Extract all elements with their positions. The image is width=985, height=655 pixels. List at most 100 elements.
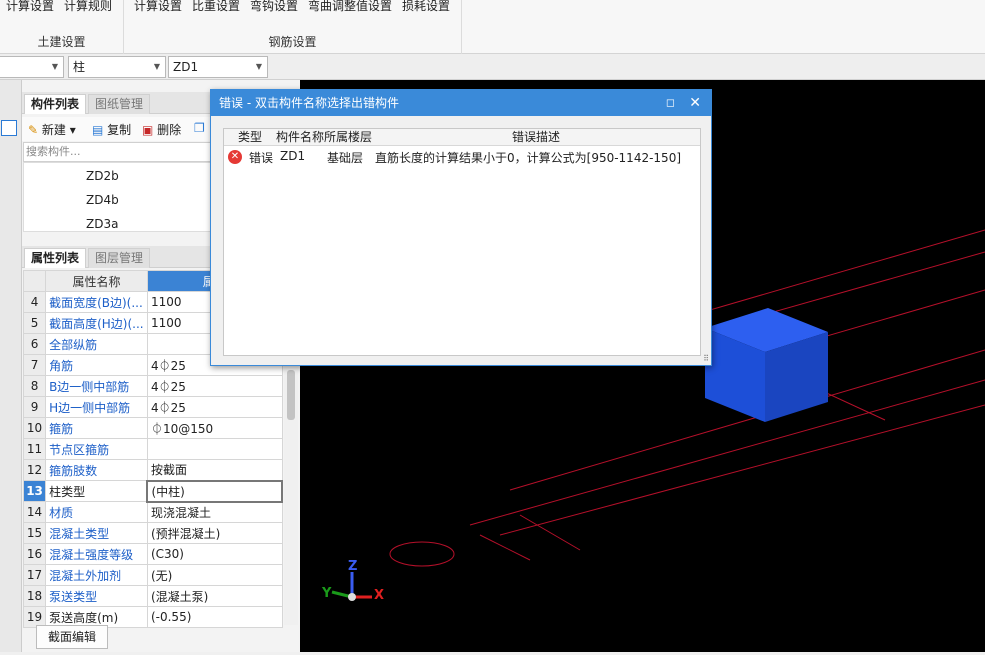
dialog-titlebar[interactable]: 错误 - 双击构件名称选择出错构件 ◻ ✕ (211, 90, 711, 116)
error-floor: 基础层 (327, 151, 364, 165)
property-name: 全部纵筋 (45, 333, 148, 355)
civil-calc-settings-button[interactable]: 计算设置 (6, 0, 54, 14)
loss-settings-button[interactable]: 损耗设置 (402, 0, 450, 14)
row-number: 18 (22, 585, 47, 607)
table-row[interactable]: 16 混凝土强度等级 (C30) (22, 543, 283, 565)
left-toolstrip (0, 80, 22, 652)
layer-copy-icon[interactable]: ❐ (194, 121, 205, 135)
dialog-title: 错误 - 双击构件名称选择出错构件 (219, 96, 399, 110)
col-type-header[interactable]: 类型 (238, 129, 262, 145)
floor-select[interactable]: ▼ (0, 56, 64, 78)
property-value[interactable]: 4⏀25 (146, 375, 283, 397)
property-value[interactable]: ⏀10@150 (146, 417, 283, 439)
row-number: 12 (22, 459, 47, 481)
row-number: 11 (22, 438, 47, 460)
tab-property-list[interactable]: 属性列表 (24, 248, 87, 268)
property-name: 截面宽度(B边)(... (45, 291, 148, 313)
property-name: 箍筋肢数 (45, 459, 148, 481)
property-name: 混凝土强度等级 (45, 543, 148, 565)
component-type-select[interactable]: 柱 ▼ (68, 56, 166, 78)
chevron-down-icon: ▼ (255, 62, 262, 71)
rebar-group-label: 钢筋设置 (268, 35, 317, 49)
new-icon: ✎ (28, 123, 39, 137)
row-number: 9 (22, 396, 47, 418)
property-name: 角筋 (45, 354, 148, 376)
property-name: 材质 (45, 501, 148, 523)
property-name: 箍筋 (45, 417, 148, 439)
tab-drawing-management[interactable]: 图纸管理 (88, 94, 151, 114)
property-name: 柱类型 (45, 480, 148, 502)
property-value[interactable]: 按截面 (146, 459, 283, 481)
rebar-calc-settings-button[interactable]: 计算设置 (134, 0, 182, 14)
section-edit-button[interactable]: 截面编辑 (36, 625, 108, 649)
close-icon[interactable]: ✕ (689, 90, 701, 116)
list-view-icon[interactable] (1, 120, 17, 136)
error-list: 类型 构件名称 所属楼层 错误描述 ✕ 错误 ZD1 基础层 直筋长度的计算结果… (223, 128, 701, 356)
row-number: 16 (22, 543, 47, 565)
property-value[interactable]: (混凝土泵) (146, 585, 283, 607)
new-button[interactable]: ✎ 新建 ▾ (28, 121, 76, 138)
bend-adjust-settings-button[interactable]: 弯曲调整值设置 (308, 0, 392, 14)
z-axis-label: Z (348, 559, 357, 574)
property-value[interactable]: (C30) (146, 543, 283, 565)
table-row[interactable]: 9 H边一侧中部筋 4⏀25 (22, 396, 283, 418)
component-select[interactable]: ZD1 ▼ (168, 56, 268, 78)
civil-group-label: 土建设置 (37, 35, 86, 49)
copy-button[interactable]: ▤ 复制 (92, 121, 131, 138)
hook-settings-button[interactable]: 弯钩设置 (250, 0, 298, 14)
maximize-icon[interactable]: ◻ (666, 90, 675, 116)
property-name: 混凝土类型 (45, 522, 148, 544)
property-name-header: 属性名称 (45, 270, 148, 292)
delete-icon: ▣ (142, 123, 154, 137)
list-item[interactable]: ZD4b (86, 193, 119, 207)
chevron-down-icon: ▼ (153, 62, 160, 71)
chevron-down-icon: ▼ (51, 62, 58, 71)
table-row[interactable]: 17 混凝土外加剂 (无) (22, 564, 283, 586)
table-row[interactable]: 10 箍筋 ⏀10@150 (22, 417, 283, 439)
property-name: 节点区箍筋 (45, 438, 148, 460)
col-component-header[interactable]: 构件名称 (276, 129, 324, 145)
property-value[interactable]: 现浇混凝土 (146, 501, 283, 523)
component-value: ZD1 (173, 60, 199, 74)
y-axis-label: Y (321, 586, 332, 601)
delete-button[interactable]: ▣ 删除 (142, 121, 181, 138)
row-number: 14 (22, 501, 47, 523)
tab-layer-management[interactable]: 图层管理 (88, 248, 151, 268)
table-row[interactable]: 15 混凝土类型 (预拌混凝土) (22, 522, 283, 544)
axis-gizmo: Z Y X (321, 559, 384, 603)
col-floor-header[interactable]: 所属楼层 (324, 129, 372, 145)
civil-calc-rules-button[interactable]: 计算规则 (64, 0, 112, 14)
table-row-selected[interactable]: 13 柱类型 (中柱) (22, 479, 283, 503)
rebar-settings-group: 计算设置 比重设置 弯钩设置 弯曲调整值设置 损耗设置 钢筋设置 (124, 0, 462, 54)
property-value[interactable]: (无) (146, 564, 283, 586)
table-row[interactable]: 14 材质 现浇混凝土 (22, 501, 283, 523)
selector-bar: ▼ 柱 ▼ ZD1 ▼ (0, 54, 985, 80)
list-item[interactable]: ZD2b (86, 169, 119, 183)
property-value[interactable] (146, 438, 283, 460)
property-name: 混凝土外加剂 (45, 564, 148, 586)
row-number-header (22, 270, 47, 292)
property-value-editing[interactable]: (中柱) (146, 479, 283, 503)
property-value[interactable]: (预拌混凝土) (146, 522, 283, 544)
scrollbar-thumb[interactable] (287, 370, 295, 420)
property-value[interactable]: 4⏀25 (146, 396, 283, 418)
row-number: 10 (22, 417, 47, 439)
table-row[interactable]: 11 节点区箍筋 (22, 438, 283, 460)
resize-grip-icon[interactable]: ⠿ (703, 354, 709, 363)
row-number: 5 (22, 312, 47, 334)
table-row[interactable]: 12 箍筋肢数 按截面 (22, 459, 283, 481)
error-dialog: 错误 - 双击构件名称选择出错构件 ◻ ✕ 类型 构件名称 所属楼层 错误描述 … (210, 89, 712, 366)
property-value[interactable]: (-0.55) (146, 606, 283, 628)
col-description-header[interactable]: 错误描述 (512, 129, 560, 145)
tab-component-list[interactable]: 构件列表 (24, 94, 87, 114)
error-component[interactable]: ZD1 (280, 149, 305, 163)
column-cube (705, 308, 828, 422)
density-settings-button[interactable]: 比重设置 (192, 0, 240, 14)
list-item[interactable]: ZD3a (86, 217, 118, 231)
error-icon: ✕ (228, 150, 242, 164)
error-row[interactable]: ✕ 错误 ZD1 基础层 直筋长度的计算结果小于0，计算公式为[950-1142… (224, 148, 700, 166)
row-number: 13 (22, 480, 47, 502)
table-row[interactable]: 18 泵送类型 (混凝土泵) (22, 585, 283, 607)
table-row[interactable]: 8 B边一侧中部筋 4⏀25 (22, 375, 283, 397)
property-name: 泵送类型 (45, 585, 148, 607)
